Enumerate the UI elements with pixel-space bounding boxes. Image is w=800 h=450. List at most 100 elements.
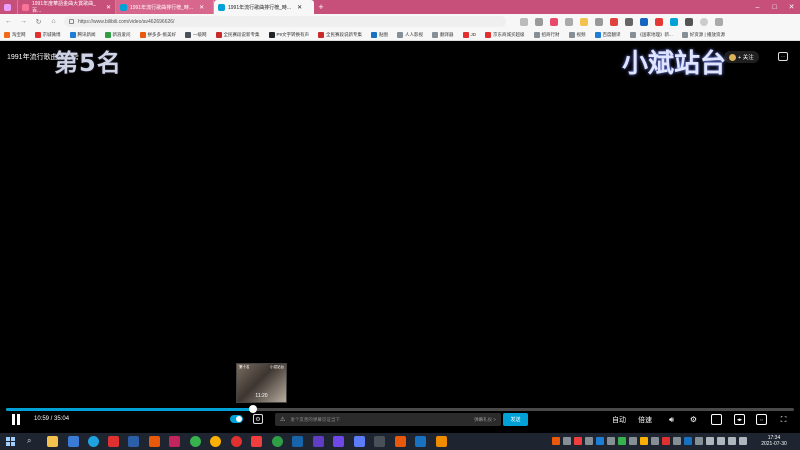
edge-browser-icon[interactable] [88,436,99,447]
volume-icon[interactable]: 🔊︎ [666,414,677,425]
close-icon[interactable]: ✕ [106,4,111,11]
photoshop-icon[interactable] [292,436,303,447]
extension-icon[interactable] [550,17,558,26]
profile-avatar[interactable] [700,17,708,26]
home-icon[interactable]: ⌂ [49,17,58,26]
taskbar-app-icon[interactable] [108,436,119,447]
tray-icon[interactable] [695,437,703,445]
bookmark-item[interactable]: 拼多多·挑美好 [139,31,176,38]
tab-2[interactable]: 1991年流行歌曲排行榜_時... ✕ [116,0,214,14]
quality-selector[interactable]: 自动 [612,413,626,426]
close-icon[interactable]: ✕ [199,4,204,11]
web-fullscreen-icon[interactable]: ⇔ [756,414,767,425]
bookmark-item[interactable]: 好资源 | 播放资源 [681,31,725,38]
premiere-icon[interactable] [313,436,324,447]
menu-icon[interactable] [715,17,723,26]
close-icon[interactable]: ✕ [297,4,302,11]
bookmark-item[interactable]: 新浪爱问 [104,31,131,38]
ime-icon[interactable] [739,437,747,445]
tab-pinned[interactable] [0,0,18,14]
bookmark-item[interactable]: 腾讯新闻 [69,31,96,38]
bookmark-item[interactable]: 全民赛段说新专集 [215,31,260,38]
tray-icon[interactable] [651,437,659,445]
settings-gear-icon[interactable]: ⚙ [688,414,699,425]
taskbar-app-icon[interactable] [190,436,201,447]
bookmark-item[interactable]: 百度翻译 [594,31,621,38]
taskbar-app-icon[interactable] [68,436,79,447]
wechat-icon[interactable] [272,436,283,447]
tray-icon[interactable] [673,437,681,445]
danmaku-toggle[interactable] [230,415,243,423]
forward-icon[interactable]: → [19,17,28,26]
tray-icon[interactable] [629,437,637,445]
system-clock[interactable]: 17:34 2021-07-30 [752,435,796,447]
bookmark-item[interactable]: 一级网 [185,31,207,38]
tray-icon[interactable] [662,437,670,445]
taskbar-app-icon[interactable] [415,436,426,447]
video-menu-icon[interactable]: ⋯ [778,52,788,61]
wifi-icon[interactable] [706,437,714,445]
taskbar-app-icon[interactable] [436,436,447,447]
wide-mode-icon[interactable]: ◂▸ [734,414,745,425]
tray-icon[interactable] [640,437,648,445]
tray-icon[interactable] [596,437,604,445]
extension-icon[interactable] [535,17,543,26]
picture-in-picture-icon[interactable] [711,414,722,425]
search-icon[interactable]: ⌕ [27,436,31,446]
volume-tray-icon[interactable] [717,437,725,445]
taskbar-app-icon[interactable] [374,436,385,447]
speed-selector[interactable]: 倍速 [638,413,652,426]
tray-icon[interactable] [684,437,692,445]
pause-button[interactable] [11,414,21,425]
bookmark-item[interactable]: 视频 [568,31,586,38]
tray-icon[interactable] [618,437,626,445]
discord-icon[interactable] [354,436,365,447]
minimize-button[interactable]: – [749,0,766,14]
fullscreen-icon[interactable]: ⛶ [778,414,789,425]
back-icon[interactable]: ← [4,17,13,26]
danmaku-input[interactable]: ⚠ 发个友善的弹幕见证当下 弹幕礼仪 > [275,413,501,426]
extension-icon[interactable] [670,17,678,26]
extension-icon[interactable] [520,17,528,26]
reload-icon[interactable]: ↻ [34,17,43,26]
close-window-button[interactable]: ✕ [783,0,800,14]
danmaku-settings-icon[interactable]: ⚙ [253,414,263,424]
taskbar-app-icon[interactable] [169,436,180,447]
extension-icon[interactable] [655,17,663,26]
extension-icon[interactable] [685,17,693,26]
bookmark-item[interactable]: P9文字转换有声 [268,31,309,38]
windows-start-icon[interactable] [6,437,15,446]
bookmark-item[interactable]: JD [462,31,476,38]
bookmark-item[interactable]: 淘宝网 [4,31,26,38]
maximize-button[interactable]: □ [766,0,783,14]
file-explorer-icon[interactable] [47,436,58,447]
tray-icon[interactable] [585,437,593,445]
bookmark-item[interactable]: 京城微博 [34,31,61,38]
chrome-icon[interactable] [210,436,221,447]
tray-icon[interactable] [607,437,615,445]
tray-icon[interactable] [574,437,582,445]
follow-button[interactable]: + 关注 [724,51,759,63]
extension-icon[interactable] [565,17,573,26]
new-tab-button[interactable]: + [314,0,328,14]
taskbar-app-icon[interactable] [149,436,160,447]
tray-icon[interactable] [563,437,571,445]
extension-icon[interactable] [580,17,588,26]
taskbar-app-icon[interactable] [333,436,344,447]
steam-icon[interactable] [128,436,139,447]
tray-icon[interactable] [552,437,560,445]
taskbar-app-icon[interactable] [251,436,262,447]
bookmark-item[interactable]: 翻译器 [432,31,454,38]
bookmark-item[interactable]: 贴图 [371,31,388,38]
battery-icon[interactable] [728,437,736,445]
extension-icon[interactable] [625,17,633,26]
send-danmaku-button[interactable]: 发送 [503,413,528,426]
extension-icon[interactable] [595,17,603,26]
bookmark-item[interactable]: 《国家地理》新... [629,31,673,38]
bookmark-item[interactable]: 京东商城买超级 [485,31,525,38]
tab-3-active[interactable]: 1991年流行歌曲排行榜_時... ✕ [214,0,314,14]
extension-icon[interactable] [640,17,648,26]
bookmark-item[interactable]: 人人影视 [397,31,423,38]
bookmark-item[interactable]: 招商行财 [533,31,560,38]
taskbar-app-icon[interactable] [395,436,406,447]
